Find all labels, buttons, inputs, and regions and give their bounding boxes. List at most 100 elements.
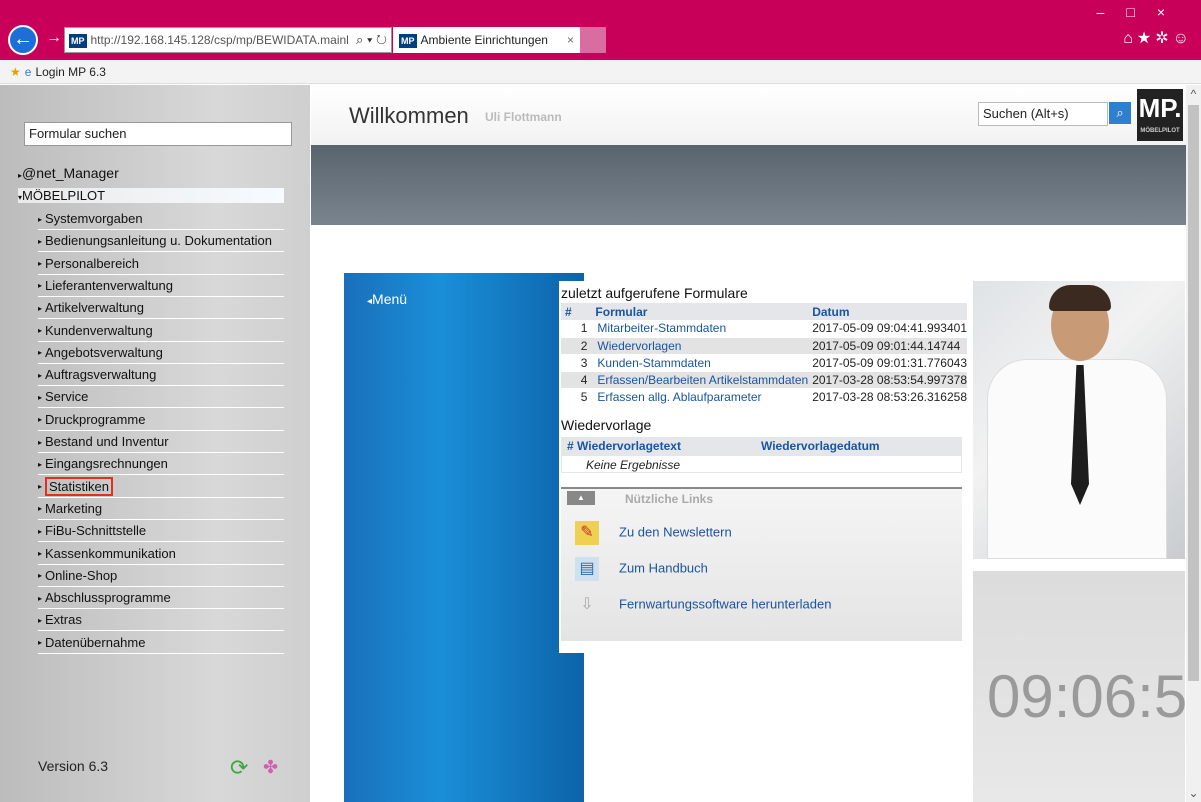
header-band <box>311 145 1186 225</box>
brand-logo: MP. MÖBELPILOT <box>1137 89 1183 141</box>
caret-right-icon: ▸ <box>38 259 43 269</box>
favorites-bar: ★ e Login MP 6.3 <box>0 60 1201 84</box>
useful-links-box: ▲ Nützliche Links ✎ Zu den Newslettern ▤ Z… <box>561 487 962 641</box>
sidebar-item-online-shop[interactable]: ▸ Online-Shop <box>38 565 284 587</box>
sidebar-item-systemvorgaben[interactable]: ▸ Systemvorgaben <box>38 208 284 230</box>
useful-links-header: ▲ Nützliche Links <box>561 487 962 509</box>
col-number: # <box>561 303 592 320</box>
dropdown-icon[interactable]: ▾ <box>367 32 372 47</box>
sidebar-item-druckprogramme[interactable]: ▸ Druckprogramme <box>38 409 284 431</box>
cell-form[interactable]: Mitarbeiter-Stammdaten <box>591 320 809 338</box>
wiedervorlage-title: Wiedervorlage <box>561 417 652 433</box>
caret-right-icon: ▸ <box>38 615 43 625</box>
link-remote-support[interactable]: ⇩ Fernwartungssoftware herunterladen <box>575 593 831 617</box>
site-favicon: MP <box>69 33 87 48</box>
sidebar-item-auftragsverwaltung[interactable]: ▸ Auftragsverwaltung <box>38 364 284 387</box>
cell-date: 2017-03-28 08:53:26.316258 <box>808 388 967 406</box>
address-actions[interactable]: ⌕ ▾ ↻ <box>356 28 387 52</box>
page-scrollbar[interactable]: ^ ⌄ <box>1186 85 1201 802</box>
sidebar-item-abschlussprogramme[interactable]: ▸ Abschlussprogramme <box>38 587 284 610</box>
clock-time: 09:06:59 <box>987 663 1201 730</box>
useful-links-title: Nützliche Links <box>625 492 714 506</box>
sidebar-item-datenübernahme[interactable]: ▸ Datenübernahme <box>38 632 284 654</box>
sidebar-item-eingangsrechnungen[interactable]: ▸ Eingangsrechnungen <box>38 453 284 476</box>
favorite-login[interactable]: Login MP 6.3 <box>35 65 106 79</box>
refresh-icon[interactable]: ↻ <box>376 32 387 47</box>
back-button[interactable]: ← <box>8 25 38 55</box>
scroll-up-icon[interactable]: ^ <box>1186 87 1201 101</box>
minimize-icon[interactable]: – <box>1097 4 1127 20</box>
search-icon[interactable]: ⌕ <box>356 32 363 47</box>
sidebar-item-personalbereich[interactable]: ▸ Personalbereich <box>38 253 284 275</box>
clock-panel: 09:06:59 <box>973 571 1201 802</box>
favorites-star-icon[interactable]: ★ <box>1137 30 1155 47</box>
tab-title: Ambiente Einrichtungen <box>420 33 548 47</box>
nav-net-manager[interactable]: ▸@net_Manager <box>18 165 119 181</box>
sidebar-item-kundenverwaltung[interactable]: ▸ Kundenverwaltung <box>38 320 284 342</box>
cell-form[interactable]: Wiedervorlagen <box>591 337 809 355</box>
cell-n: 3 <box>561 354 592 372</box>
link-newsletter[interactable]: ✎ Zu den Newslettern <box>575 521 732 545</box>
link-handbook[interactable]: ▤ Zum Handbuch <box>575 557 708 581</box>
sidebar-item-bestand-und-inventur[interactable]: ▸ Bestand und Inventur <box>38 431 284 453</box>
caret-right-icon: ▸ <box>38 392 43 402</box>
menu-toggle[interactable]: ◂Menü <box>367 291 407 307</box>
refresh-icon[interactable]: ⟳ <box>230 755 248 781</box>
search-button[interactable]: ⌕ <box>1109 102 1131 124</box>
table-row[interactable]: 3 Kunden-Stammdaten 2017-05-09 09:01:31.77… <box>561 354 967 372</box>
caret-right-icon: ▸ <box>38 303 43 313</box>
sidebar-item-artikelverwaltung[interactable]: ▸ Artikelverwaltung <box>38 297 284 320</box>
sidebar-item-bedienungsanleitung-u-dokumentation[interactable]: ▸ Bedienungsanleitung u. Dokumentation <box>38 230 284 253</box>
close-tab-icon[interactable]: × <box>567 27 574 53</box>
caret-right-icon: ▸ <box>38 236 43 246</box>
tab-favicon: MP <box>399 33 417 48</box>
download-arrow-icon: ⇩ <box>580 596 594 613</box>
address-text: http://192.168.145.128/csp/mp/BEWIDATA.m… <box>90 33 349 47</box>
caret-right-icon: ▸ <box>38 482 43 492</box>
sidebar-item-lieferantenverwaltung[interactable]: ▸ Lieferantenverwaltung <box>38 275 284 297</box>
form-search-input[interactable]: Formular suchen <box>24 122 292 146</box>
table-row[interactable]: 2 Wiedervorlagen 2017-05-09 09:01:44.14744 <box>561 337 967 355</box>
nav-moebelpilot[interactable]: ▾MÖBELPILOT <box>18 188 284 203</box>
forward-button[interactable]: → <box>46 29 62 47</box>
table-row[interactable]: 1 Mitarbeiter-Stammdaten 2017-05-09 09:04:… <box>561 320 967 338</box>
smiley-icon[interactable]: ☺ <box>1173 30 1193 47</box>
scroll-down-icon[interactable]: ⌄ <box>1186 786 1201 800</box>
wiedervorlage-empty: Keine Ergebnisse <box>561 455 962 473</box>
cell-form[interactable]: Erfassen/Bearbeiten Artikelstammdaten <box>591 371 809 389</box>
sidebar-item-statistiken[interactable]: ▸ Statistiken <box>38 476 284 498</box>
site-search-input[interactable]: Suchen (Alt+s) <box>978 102 1108 126</box>
sidebar-item-extras[interactable]: ▸ Extras <box>38 609 284 632</box>
close-window-icon[interactable]: × <box>1157 4 1187 20</box>
window-controls[interactable]: –□× <box>1097 4 1187 20</box>
caret-right-icon: ▸ <box>38 326 43 336</box>
maximize-icon[interactable]: □ <box>1126 4 1156 20</box>
browser-tools[interactable]: ⌂★✲☺ <box>1123 28 1193 48</box>
user-name: Uli Flottmann <box>485 110 562 124</box>
cell-form[interactable]: Kunden-Stammdaten <box>591 354 809 372</box>
sidebar-item-angebotsverwaltung[interactable]: ▸ Angebotsverwaltung <box>38 342 284 364</box>
sidebar-item-kassenkommunikation[interactable]: ▸ Kassenkommunikation <box>38 543 284 565</box>
caret-right-icon: ▸ <box>38 214 43 224</box>
welcome-title: Willkommen <box>349 103 469 128</box>
sidebar-item-service[interactable]: ▸ Service <box>38 386 284 409</box>
add-favorite-icon[interactable]: ★ <box>10 65 21 79</box>
dashboard-content: zuletzt aufgerufene Formulare # Formular… <box>559 281 967 653</box>
scroll-thumb[interactable] <box>1188 105 1199 681</box>
address-bar[interactable]: MP http://192.168.145.128/csp/mp/BEWIDATA… <box>64 27 392 53</box>
settings-gear-icon[interactable]: ✲ <box>1155 30 1172 47</box>
main-area: Willkommen Uli Flottmann Suchen (Alt+s) … <box>311 85 1201 802</box>
new-tab-button[interactable] <box>580 27 606 53</box>
collapse-toggle[interactable]: ▲ <box>567 491 595 505</box>
cell-form[interactable]: Erfassen allg. Ablaufparameter <box>591 388 809 406</box>
tab-ambiente[interactable]: MP Ambiente Einrichtungen × <box>393 27 580 53</box>
table-row[interactable]: 4 Erfassen/Bearbeiten Artikelstammdaten 20… <box>561 371 967 389</box>
table-row[interactable]: 5 Erfassen allg. Ablaufparameter 2017-03-2… <box>561 388 967 406</box>
sidebar-item-fibu-schnittstelle[interactable]: ▸ FiBu-Schnittstelle <box>38 520 284 543</box>
sidebar-item-marketing[interactable]: ▸ Marketing <box>38 498 284 520</box>
cell-date: 2017-05-09 09:04:41.993401 <box>808 320 967 338</box>
wiedervorlage-header: # Wiedervorlagetext Wiedervorlagedatum <box>561 437 962 455</box>
caret-right-icon: ▸ <box>38 415 43 425</box>
puzzle-icon[interactable]: ✤ <box>263 757 278 778</box>
home-icon[interactable]: ⌂ <box>1123 30 1137 47</box>
